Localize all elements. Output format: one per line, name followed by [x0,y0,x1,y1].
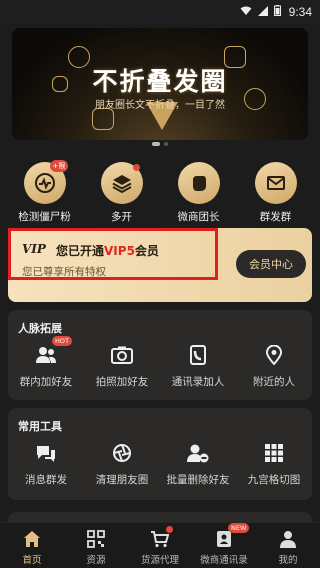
quick-action-zombie-check[interactable]: +限 检测僵尸粉 [10,160,80,224]
vip-status-prefix: 您已开通 [56,244,105,258]
tab-profile[interactable]: 我的 [256,523,320,568]
quick-action-multi-open[interactable]: 多开 [87,162,157,224]
tab-label: 资源 [86,555,106,566]
status-bar: 9:34 [0,0,320,24]
quick-action-label: 检测僵尸粉 [18,211,71,223]
feature-label: 九宫格切图 [247,474,301,486]
vip-status: 您已开通VIP5会员 [56,242,159,259]
feature-label: 消息群发 [25,474,67,486]
feature-group-add[interactable]: HOT 群内加好友 [8,336,84,389]
tab-home[interactable]: 首页 [0,523,64,568]
tab-label: 微商通讯录 [200,555,248,566]
vip-logo: VIP [22,242,46,256]
feature-label: 拍照加好友 [95,376,149,388]
location-icon [261,342,287,368]
wifi-icon [240,6,252,19]
feature-clean-moments[interactable]: 清理朋友圈 [84,440,160,487]
network-section: 人脉拓展 HOT 群内加好友 拍照加好友 通讯录加人 附近的人 [8,310,312,400]
quick-action-group-send[interactable]: 群发群 [241,162,311,224]
member-center-button[interactable]: 会员中心 [236,250,306,278]
clock: 9:34 [288,5,312,19]
feature-label: 批量删除好友 [166,474,230,486]
feature-label: 清理朋友圈 [95,474,149,486]
user-remove-icon [185,440,211,466]
quick-action-label: 微商团长 [177,211,220,223]
promo-banner[interactable]: 不折叠发圈 朋友圈长文不折叠，一目了然 [12,28,308,140]
feature-nearby[interactable]: 附近的人 [236,342,312,389]
banner-title: 不折叠发圈 [92,67,228,96]
tab-resources[interactable]: 资源 [64,523,128,568]
feature-broadcast[interactable]: 消息群发 [8,440,84,487]
hot-badge: HOT [52,336,72,346]
camera-icon [109,342,135,368]
carousel-indicator [0,142,320,146]
signal-icon [257,5,268,19]
tab-label: 首页 [22,555,42,566]
feature-contacts-add[interactable]: 通讯录加人 [160,342,236,389]
feature-batch-delete[interactable]: 批量删除好友 [160,440,236,487]
feature-label: 通讯录加人 [171,376,225,388]
carousel-dot [164,142,168,146]
section-title: 常用工具 [18,420,62,433]
tab-supply-agent[interactable]: 货源代理 [128,523,192,568]
tab-wechat-contacts[interactable]: NEW 微商通讯录 [192,523,256,568]
feature-label: 附近的人 [253,376,295,388]
carousel-dot-active [152,142,160,146]
home-icon [22,529,42,549]
message-icon [92,108,114,130]
quick-actions: +限 检测僵尸粉 多开 微商团长 群发群 [0,160,320,224]
fist-icon [177,162,220,204]
qrcode-icon [86,529,106,549]
feature-photo-add[interactable]: 拍照加好友 [84,342,160,389]
profile-icon [278,529,298,549]
phone-book-icon [185,342,211,368]
broadcast-icon [33,440,59,466]
bottom-tab-bar: 首页 资源 货源代理 NEW 微商通讯录 我的 [0,522,320,568]
tab-label: 我的 [278,555,298,566]
vip-card[interactable]: VIP 您已开通VIP5会员 您已尊享所有特权 会员中心 [8,228,312,302]
vip-level: VIP5 [104,244,135,258]
battery-icon [273,5,281,19]
notification-dot [132,164,140,171]
feature-grid-cut[interactable]: 九宫格切图 [236,440,312,487]
aperture-icon [109,440,135,466]
feature-label: 群内加好友 [19,376,73,388]
tab-label: 货源代理 [140,555,179,566]
section-title: 人脉拓展 [18,322,62,335]
quick-action-team-leader[interactable]: 微商团长 [164,162,234,224]
quick-action-label: 多开 [111,211,132,223]
quick-action-label: 群发群 [259,211,292,223]
tools-section: 常用工具 消息群发 清理朋友圈 批量删除好友 九宫格切图 [8,408,312,500]
notification-dot [166,526,173,533]
new-badge: NEW [228,523,250,533]
vip-privilege-text: 您已尊享所有特权 [22,266,106,278]
vip-status-suffix: 会员 [134,244,159,258]
banner-subtitle: 朋友圈长文不折叠，一目了然 [95,100,225,111]
grid-icon [261,440,287,466]
mail-icon [254,162,297,204]
quick-action-badge: +限 [49,160,69,172]
